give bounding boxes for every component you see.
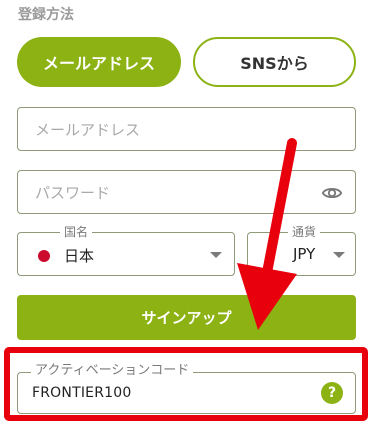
tab-email[interactable]: メールアドレス: [17, 37, 181, 87]
chevron-down-icon: [210, 252, 222, 258]
section-title: 登録方法: [18, 7, 74, 23]
activation-legend: アクティベーションコード: [31, 363, 194, 379]
tab-sns[interactable]: SNSから: [193, 37, 356, 87]
currency-value: JPY: [293, 245, 316, 263]
currency-legend: 通貨: [288, 224, 321, 240]
country-value: 日本: [64, 247, 95, 265]
currency-select[interactable]: 通貨 JPY: [247, 224, 356, 276]
country-select[interactable]: 国名 日本: [17, 224, 235, 276]
eye-icon[interactable]: [321, 182, 343, 204]
password-field[interactable]: パスワード: [17, 170, 356, 214]
signup-button[interactable]: サインアップ: [17, 295, 356, 340]
email-placeholder: メールアドレス: [35, 120, 141, 139]
chevron-down-icon: [333, 252, 345, 258]
email-field[interactable]: メールアドレス: [17, 107, 356, 151]
country-legend: 国名: [60, 224, 93, 240]
help-icon[interactable]: ?: [321, 382, 343, 404]
activation-code-value: FRONTIER100: [32, 385, 132, 401]
activation-code-field[interactable]: アクティベーションコード FRONTIER100 ?: [17, 363, 356, 414]
japan-flag-icon: [38, 249, 50, 262]
password-placeholder: パスワード: [35, 183, 111, 202]
